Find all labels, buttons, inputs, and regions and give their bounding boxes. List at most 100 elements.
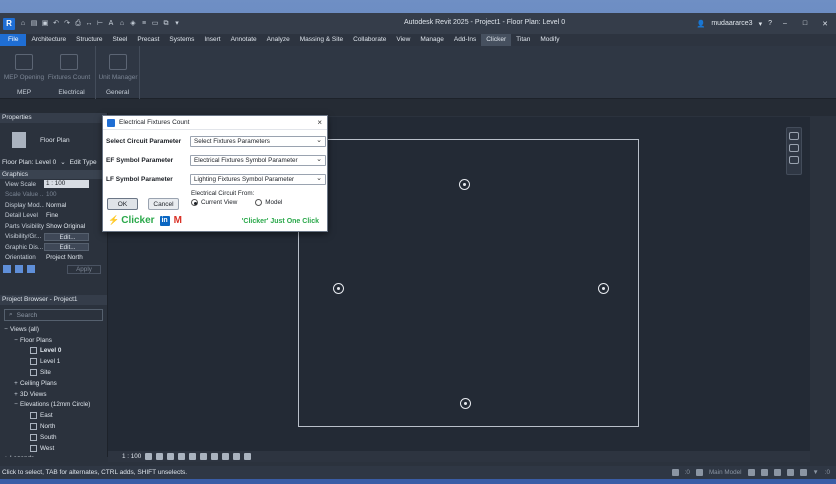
crop-view-icon[interactable] [189, 453, 197, 460]
ribbon-tab-add-ins[interactable]: Add-Ins [449, 34, 481, 46]
redo-icon[interactable]: ↷ [63, 20, 71, 28]
view-scale-control[interactable]: 1 : 100 [122, 453, 141, 460]
worksharing-icon[interactable] [244, 453, 252, 460]
section-icon[interactable]: ◈ [129, 20, 137, 28]
design-options-icon[interactable] [695, 469, 703, 476]
close-hidden-icon[interactable]: ▭ [151, 20, 159, 28]
ribbon-tab-collaborate[interactable]: Collaborate [348, 34, 391, 46]
property-value[interactable]: Edit... [44, 232, 89, 241]
mep-opening-button[interactable]: MEP Opening [3, 54, 45, 81]
ribbon-tab-clicker[interactable]: Clicker [481, 34, 512, 46]
expand-icon[interactable]: + [12, 380, 20, 387]
browser-tree-item[interactable]: West [0, 443, 107, 454]
ribbon-tab-steel[interactable]: Steel [108, 34, 133, 46]
type-selector[interactable]: Floor Plan [0, 123, 107, 157]
linkedin-icon[interactable]: in [159, 215, 170, 226]
property-value[interactable]: 1 : 100 [44, 180, 89, 189]
cart-icon[interactable]: ▾ [759, 20, 763, 28]
sun-path-icon[interactable] [167, 453, 175, 460]
browser-tree-item[interactable]: − Elevations (12mm Circle) [0, 400, 107, 411]
navigation-bar[interactable] [786, 127, 802, 175]
browser-tree-item[interactable]: − Floor Plans [0, 335, 107, 346]
ribbon-tab-systems[interactable]: Systems [164, 34, 199, 46]
zoom-icon[interactable] [789, 144, 799, 152]
browser-search-input[interactable]: ⌕ Search [4, 309, 103, 321]
browser-tree-item[interactable]: South [0, 432, 107, 443]
instance-selector[interactable]: Floor Plan: Level 0 [2, 159, 56, 166]
model-radio[interactable]: Model [255, 199, 282, 206]
ribbon-tab-architecture[interactable]: Architecture [26, 34, 71, 46]
customize-qat-icon[interactable]: ▾ [173, 20, 181, 28]
select-underlay-icon[interactable] [760, 469, 768, 476]
browser-tree-item[interactable]: Level 0 [0, 346, 107, 357]
user-icon[interactable]: 👤 [697, 20, 706, 28]
browser-tree-item[interactable]: − Views (all) [0, 324, 107, 335]
filter-icon[interactable]: ▼ [813, 469, 819, 476]
ribbon-tab-annotate[interactable]: Annotate [226, 34, 262, 46]
show-crop-icon[interactable] [200, 453, 208, 460]
ef-symbol-select[interactable]: Electrical Fixtures Symbol Parameter [190, 155, 326, 166]
elevation-marker-north[interactable] [459, 179, 470, 190]
browser-tree-item[interactable]: East [0, 410, 107, 421]
lf-symbol-select[interactable]: Lighting Fixtures Symbol Parameter [190, 174, 326, 185]
collapse-icon[interactable]: − [12, 337, 20, 344]
ribbon-tab-structure[interactable]: Structure [71, 34, 107, 46]
thin-lines-icon[interactable]: ≡ [140, 20, 148, 28]
detail-level-icon[interactable] [145, 453, 153, 460]
cancel-button[interactable]: Cancel [148, 198, 179, 210]
lock-3d-icon[interactable] [211, 453, 219, 460]
visual-style-icon[interactable] [156, 453, 164, 460]
select-pinned-icon[interactable] [773, 469, 781, 476]
maximize-button[interactable]: □ [798, 20, 812, 27]
elevation-marker-west[interactable] [333, 283, 344, 294]
select-links-icon[interactable] [747, 469, 755, 476]
open-icon[interactable]: ▤ [30, 20, 38, 28]
unit-manager-button[interactable]: Unit Manager [98, 54, 138, 81]
ribbon-tab-massing-site[interactable]: Massing & Site [295, 34, 348, 46]
user-name[interactable]: mudaararce3 [711, 20, 752, 27]
ribbon-tab-manage[interactable]: Manage [415, 34, 449, 46]
browser-tree-item[interactable]: + Ceiling Plans [0, 378, 107, 389]
steering-wheel-icon[interactable] [789, 132, 799, 140]
home-icon[interactable]: ⌂ [19, 20, 27, 28]
save-icon[interactable]: ▣ [41, 20, 49, 28]
measure-icon[interactable]: ↔ [85, 20, 93, 28]
properties-group-graphics[interactable]: Graphics [0, 170, 107, 179]
browser-tree-item[interactable]: Site [0, 367, 107, 378]
drag-elements-icon[interactable] [799, 469, 807, 476]
reveal-hidden-icon[interactable] [233, 453, 241, 460]
chevron-down-icon[interactable]: ⌄ [60, 158, 65, 166]
select-by-face-icon[interactable] [786, 469, 794, 476]
shadows-icon[interactable] [178, 453, 186, 460]
dialog-title-bar[interactable]: Electrical Fixtures Count × [103, 116, 327, 130]
ok-button[interactable]: OK [107, 198, 138, 210]
browser-tree-item[interactable]: North [0, 421, 107, 432]
properties-sort-icon[interactable] [15, 265, 23, 273]
properties-help-icon[interactable] [3, 265, 11, 273]
main-model-select[interactable]: Main Model [709, 469, 742, 476]
undo-icon[interactable]: ↶ [52, 20, 60, 28]
ribbon-tab-precast[interactable]: Precast [132, 34, 164, 46]
browser-tree-item[interactable]: +Legends [0, 454, 107, 457]
ribbon-tab-file[interactable]: File [0, 34, 27, 46]
close-button[interactable]: ✕ [818, 20, 832, 28]
aligned-dimension-icon[interactable]: ⊢ [96, 20, 104, 28]
ribbon-tab-modify[interactable]: Modify [535, 34, 564, 46]
3d-view-icon[interactable]: ⌂ [118, 20, 126, 28]
current-view-radio[interactable]: Current View [191, 199, 237, 206]
browser-tree-item[interactable]: Level 1 [0, 356, 107, 367]
collapse-icon[interactable]: − [2, 326, 10, 333]
ribbon-tab-titan[interactable]: Titan [511, 34, 535, 46]
collapse-icon[interactable]: − [12, 401, 20, 408]
gmail-icon[interactable]: M [174, 215, 182, 226]
property-value[interactable]: Edit... [44, 243, 89, 252]
browser-tree-item[interactable]: +3D Views [0, 389, 107, 400]
revit-logo[interactable]: R [3, 17, 15, 30]
worksets-icon[interactable] [671, 469, 679, 476]
print-icon[interactable]: ⎙ [74, 20, 82, 28]
edit-type-button[interactable]: Edit Type [70, 159, 97, 166]
properties-filter-icon[interactable] [27, 265, 35, 273]
help-icon[interactable]: ? [768, 20, 772, 27]
expand-icon[interactable]: + [12, 391, 20, 398]
minimize-button[interactable]: – [778, 20, 792, 27]
